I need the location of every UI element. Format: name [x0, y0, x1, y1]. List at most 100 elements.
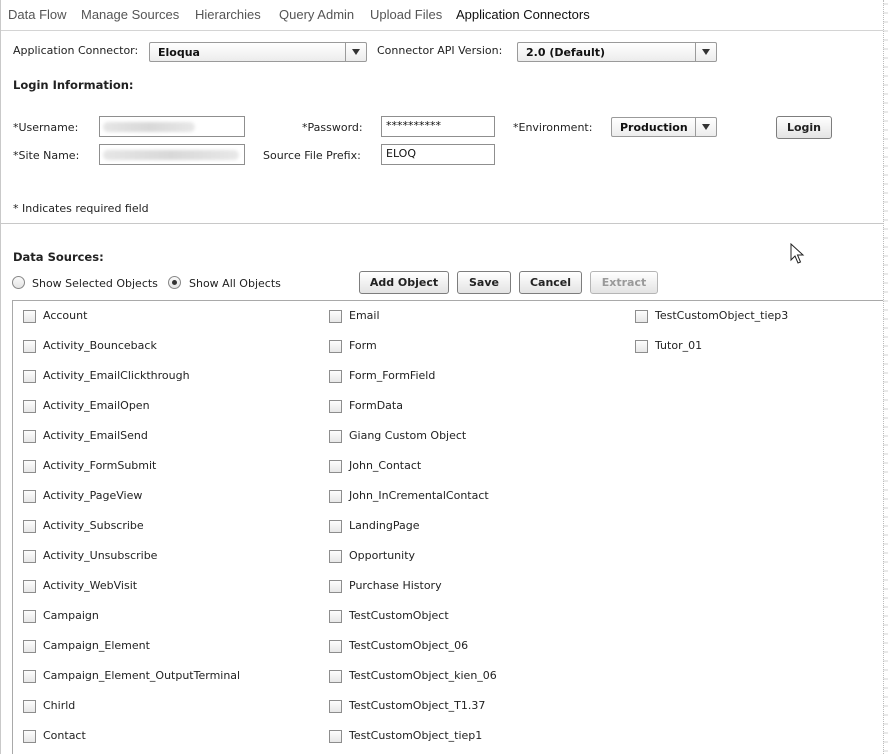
object-name: Opportunity: [349, 549, 416, 562]
connector-api-version-label: Connector API Version:: [377, 44, 503, 57]
object-name: Activity_EmailClickthrough: [43, 369, 190, 382]
object-checkbox[interactable]: [23, 640, 36, 653]
object-checkbox[interactable]: [329, 370, 342, 383]
password-label: *Password:: [302, 121, 363, 134]
site-name-label: *Site Name:: [13, 149, 80, 162]
add-object-button[interactable]: Add Object: [359, 271, 449, 294]
object-checkbox[interactable]: [329, 670, 342, 683]
chevron-down-icon[interactable]: [345, 43, 366, 61]
username-label: *Username:: [13, 121, 79, 134]
object-checkbox[interactable]: [23, 610, 36, 623]
object-name: TestCustomObject_tiep1: [349, 729, 483, 742]
save-button[interactable]: Save: [457, 271, 511, 294]
object-name: Campaign_Element: [43, 639, 150, 652]
object-checkbox[interactable]: [23, 670, 36, 683]
object-checkbox[interactable]: [329, 700, 342, 713]
redacted-text: [103, 122, 195, 132]
source-file-prefix-label: Source File Prefix:: [263, 149, 361, 162]
object-name: Activity_Unsubscribe: [43, 549, 158, 562]
top-tab-bar: Data Flow Manage Sources Hierarchies Que…: [1, 0, 884, 31]
object-checkbox[interactable]: [635, 310, 648, 323]
object-name: Activity_Bounceback: [43, 339, 157, 352]
object-checkbox[interactable]: [329, 730, 342, 743]
object-checkbox[interactable]: [23, 700, 36, 713]
cancel-button[interactable]: Cancel: [519, 271, 582, 294]
object-name: John_InCrementalContact: [349, 489, 489, 502]
object-name: LandingPage: [349, 519, 420, 532]
password-input[interactable]: **********: [381, 116, 495, 137]
tab-upload-files[interactable]: Upload Files: [370, 7, 442, 22]
tab-manage-sources[interactable]: Manage Sources: [81, 7, 179, 22]
object-checkbox[interactable]: [23, 460, 36, 473]
object-name: Campaign: [43, 609, 99, 622]
object-name: Form_FormField: [349, 369, 436, 382]
redacted-text: [103, 150, 239, 160]
object-name: Activity_Subscribe: [43, 519, 144, 532]
object-name: Activity_EmailOpen: [43, 399, 150, 412]
object-checkbox[interactable]: [329, 460, 342, 473]
environment-value: Production: [620, 121, 688, 134]
object-name: Account: [43, 309, 88, 322]
object-checkbox[interactable]: [23, 340, 36, 353]
mouse-cursor-icon: [790, 243, 805, 264]
data-sources-title: Data Sources:: [13, 250, 104, 264]
connector-api-version-select[interactable]: 2.0 (Default): [517, 42, 717, 62]
connector-api-version-value: 2.0 (Default): [526, 46, 606, 59]
object-checkbox[interactable]: [329, 580, 342, 593]
object-checkbox[interactable]: [329, 400, 342, 413]
object-name: Contact: [43, 729, 86, 742]
object-name: Tutor_01: [655, 339, 703, 352]
object-checkbox[interactable]: [23, 730, 36, 743]
object-name: Activity_WebVisit: [43, 579, 138, 592]
object-checkbox[interactable]: [23, 490, 36, 503]
site-name-input[interactable]: [99, 144, 245, 165]
object-checkbox[interactable]: [23, 310, 36, 323]
data-source-object-list: Account Activity_Bounceback Activity_Email…: [12, 300, 884, 754]
required-field-note: * Indicates required field: [13, 202, 149, 215]
tab-query-admin[interactable]: Query Admin: [279, 7, 354, 22]
show-all-objects-radio[interactable]: [168, 276, 181, 289]
object-checkbox[interactable]: [329, 340, 342, 353]
show-all-objects-label[interactable]: Show All Objects: [189, 277, 281, 290]
login-button[interactable]: Login: [776, 116, 832, 139]
object-checkbox[interactable]: [23, 550, 36, 563]
object-name: John_Contact: [349, 459, 422, 472]
login-information-title: Login Information:: [13, 78, 134, 92]
chevron-down-icon[interactable]: [695, 43, 716, 61]
source-file-prefix-input[interactable]: ELOQ: [381, 144, 495, 165]
tab-data-flow[interactable]: Data Flow: [8, 7, 67, 22]
chevron-down-icon[interactable]: [695, 118, 716, 136]
extract-button[interactable]: Extract: [590, 271, 658, 294]
object-name: Purchase History: [349, 579, 442, 592]
environment-label: *Environment:: [513, 121, 593, 134]
tab-application-connectors[interactable]: Application Connectors: [456, 7, 590, 22]
object-name: Activity_PageView: [43, 489, 143, 502]
tab-hierarchies[interactable]: Hierarchies: [195, 7, 261, 22]
object-checkbox[interactable]: [329, 430, 342, 443]
object-checkbox[interactable]: [635, 340, 648, 353]
application-connectors-page: Data Flow Manage Sources Hierarchies Que…: [0, 0, 884, 754]
object-name: Activity_EmailSend: [43, 429, 148, 442]
object-name: TestCustomObject_kien_06: [349, 669, 497, 682]
object-checkbox[interactable]: [329, 490, 342, 503]
object-checkbox[interactable]: [329, 610, 342, 623]
environment-select[interactable]: Production: [611, 117, 717, 137]
object-checkbox[interactable]: [23, 430, 36, 443]
object-name: Form: [349, 339, 377, 352]
object-name: TestCustomObject_06: [349, 639, 469, 652]
application-connector-select[interactable]: Eloqua: [149, 42, 367, 62]
object-checkbox[interactable]: [329, 550, 342, 563]
object-checkbox[interactable]: [23, 520, 36, 533]
object-name: TestCustomObject: [349, 609, 449, 622]
object-checkbox[interactable]: [329, 310, 342, 323]
torn-edge-decoration: [883, 0, 888, 754]
show-selected-objects-radio[interactable]: [12, 276, 25, 289]
object-name: FormData: [349, 399, 403, 412]
object-checkbox[interactable]: [23, 580, 36, 593]
object-checkbox[interactable]: [329, 640, 342, 653]
object-checkbox[interactable]: [23, 370, 36, 383]
object-checkbox[interactable]: [329, 520, 342, 533]
object-checkbox[interactable]: [23, 400, 36, 413]
show-selected-objects-label[interactable]: Show Selected Objects: [32, 277, 158, 290]
username-input[interactable]: [99, 116, 245, 137]
